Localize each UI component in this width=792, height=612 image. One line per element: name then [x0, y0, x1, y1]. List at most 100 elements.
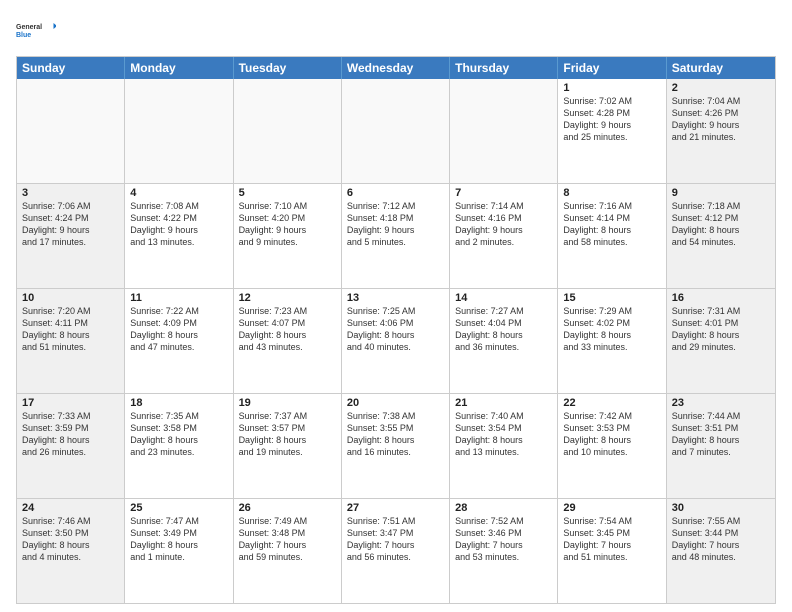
calendar-body: 1Sunrise: 7:02 AM Sunset: 4:28 PM Daylig…	[17, 79, 775, 603]
cell-info: Sunrise: 7:38 AM Sunset: 3:55 PM Dayligh…	[347, 410, 444, 459]
calendar-row-3: 17Sunrise: 7:33 AM Sunset: 3:59 PM Dayli…	[17, 394, 775, 499]
cell-info: Sunrise: 7:02 AM Sunset: 4:28 PM Dayligh…	[563, 95, 660, 144]
cell-info: Sunrise: 7:46 AM Sunset: 3:50 PM Dayligh…	[22, 515, 119, 564]
cell-info: Sunrise: 7:27 AM Sunset: 4:04 PM Dayligh…	[455, 305, 552, 354]
cell-info: Sunrise: 7:10 AM Sunset: 4:20 PM Dayligh…	[239, 200, 336, 249]
day-number: 10	[22, 292, 119, 304]
calendar-cell	[234, 79, 342, 183]
calendar-cell: 2Sunrise: 7:04 AM Sunset: 4:26 PM Daylig…	[667, 79, 775, 183]
cell-info: Sunrise: 7:06 AM Sunset: 4:24 PM Dayligh…	[22, 200, 119, 249]
cell-info: Sunrise: 7:49 AM Sunset: 3:48 PM Dayligh…	[239, 515, 336, 564]
day-number: 25	[130, 502, 227, 514]
day-number: 23	[672, 397, 770, 409]
logo-svg: General Blue	[16, 12, 56, 50]
calendar-cell: 21Sunrise: 7:40 AM Sunset: 3:54 PM Dayli…	[450, 394, 558, 498]
cell-info: Sunrise: 7:22 AM Sunset: 4:09 PM Dayligh…	[130, 305, 227, 354]
day-number: 24	[22, 502, 119, 514]
day-number: 5	[239, 187, 336, 199]
day-number: 13	[347, 292, 444, 304]
calendar-cell: 10Sunrise: 7:20 AM Sunset: 4:11 PM Dayli…	[17, 289, 125, 393]
cell-info: Sunrise: 7:12 AM Sunset: 4:18 PM Dayligh…	[347, 200, 444, 249]
calendar-cell	[125, 79, 233, 183]
cell-info: Sunrise: 7:40 AM Sunset: 3:54 PM Dayligh…	[455, 410, 552, 459]
calendar-cell: 29Sunrise: 7:54 AM Sunset: 3:45 PM Dayli…	[558, 499, 666, 603]
calendar-cell: 22Sunrise: 7:42 AM Sunset: 3:53 PM Dayli…	[558, 394, 666, 498]
calendar: SundayMondayTuesdayWednesdayThursdayFrid…	[16, 56, 776, 604]
calendar-cell: 24Sunrise: 7:46 AM Sunset: 3:50 PM Dayli…	[17, 499, 125, 603]
header-cell-tuesday: Tuesday	[234, 57, 342, 79]
calendar-cell: 5Sunrise: 7:10 AM Sunset: 4:20 PM Daylig…	[234, 184, 342, 288]
cell-info: Sunrise: 7:52 AM Sunset: 3:46 PM Dayligh…	[455, 515, 552, 564]
day-number: 29	[563, 502, 660, 514]
day-number: 8	[563, 187, 660, 199]
cell-info: Sunrise: 7:55 AM Sunset: 3:44 PM Dayligh…	[672, 515, 770, 564]
header-cell-sunday: Sunday	[17, 57, 125, 79]
header-cell-monday: Monday	[125, 57, 233, 79]
cell-info: Sunrise: 7:51 AM Sunset: 3:47 PM Dayligh…	[347, 515, 444, 564]
calendar-cell: 28Sunrise: 7:52 AM Sunset: 3:46 PM Dayli…	[450, 499, 558, 603]
calendar-cell: 11Sunrise: 7:22 AM Sunset: 4:09 PM Dayli…	[125, 289, 233, 393]
calendar-cell: 9Sunrise: 7:18 AM Sunset: 4:12 PM Daylig…	[667, 184, 775, 288]
calendar-cell: 30Sunrise: 7:55 AM Sunset: 3:44 PM Dayli…	[667, 499, 775, 603]
day-number: 30	[672, 502, 770, 514]
cell-info: Sunrise: 7:31 AM Sunset: 4:01 PM Dayligh…	[672, 305, 770, 354]
day-number: 27	[347, 502, 444, 514]
page-header: General Blue	[16, 12, 776, 50]
svg-text:General: General	[16, 24, 42, 31]
cell-info: Sunrise: 7:18 AM Sunset: 4:12 PM Dayligh…	[672, 200, 770, 249]
cell-info: Sunrise: 7:35 AM Sunset: 3:58 PM Dayligh…	[130, 410, 227, 459]
calendar-cell: 15Sunrise: 7:29 AM Sunset: 4:02 PM Dayli…	[558, 289, 666, 393]
day-number: 9	[672, 187, 770, 199]
cell-info: Sunrise: 7:08 AM Sunset: 4:22 PM Dayligh…	[130, 200, 227, 249]
day-number: 3	[22, 187, 119, 199]
calendar-cell: 25Sunrise: 7:47 AM Sunset: 3:49 PM Dayli…	[125, 499, 233, 603]
svg-text:Blue: Blue	[16, 32, 31, 39]
calendar-cell	[17, 79, 125, 183]
calendar-cell: 8Sunrise: 7:16 AM Sunset: 4:14 PM Daylig…	[558, 184, 666, 288]
day-number: 2	[672, 82, 770, 94]
day-number: 4	[130, 187, 227, 199]
calendar-cell: 14Sunrise: 7:27 AM Sunset: 4:04 PM Dayli…	[450, 289, 558, 393]
header-cell-saturday: Saturday	[667, 57, 775, 79]
cell-info: Sunrise: 7:20 AM Sunset: 4:11 PM Dayligh…	[22, 305, 119, 354]
day-number: 17	[22, 397, 119, 409]
day-number: 1	[563, 82, 660, 94]
calendar-cell: 23Sunrise: 7:44 AM Sunset: 3:51 PM Dayli…	[667, 394, 775, 498]
day-number: 28	[455, 502, 552, 514]
cell-info: Sunrise: 7:33 AM Sunset: 3:59 PM Dayligh…	[22, 410, 119, 459]
cell-info: Sunrise: 7:29 AM Sunset: 4:02 PM Dayligh…	[563, 305, 660, 354]
calendar-cell: 4Sunrise: 7:08 AM Sunset: 4:22 PM Daylig…	[125, 184, 233, 288]
day-number: 7	[455, 187, 552, 199]
header-cell-friday: Friday	[558, 57, 666, 79]
cell-info: Sunrise: 7:47 AM Sunset: 3:49 PM Dayligh…	[130, 515, 227, 564]
logo: General Blue	[16, 12, 56, 50]
day-number: 15	[563, 292, 660, 304]
calendar-row-0: 1Sunrise: 7:02 AM Sunset: 4:28 PM Daylig…	[17, 79, 775, 184]
calendar-cell: 20Sunrise: 7:38 AM Sunset: 3:55 PM Dayli…	[342, 394, 450, 498]
calendar-cell: 1Sunrise: 7:02 AM Sunset: 4:28 PM Daylig…	[558, 79, 666, 183]
calendar-cell: 13Sunrise: 7:25 AM Sunset: 4:06 PM Dayli…	[342, 289, 450, 393]
cell-info: Sunrise: 7:42 AM Sunset: 3:53 PM Dayligh…	[563, 410, 660, 459]
cell-info: Sunrise: 7:04 AM Sunset: 4:26 PM Dayligh…	[672, 95, 770, 144]
calendar-row-2: 10Sunrise: 7:20 AM Sunset: 4:11 PM Dayli…	[17, 289, 775, 394]
cell-info: Sunrise: 7:23 AM Sunset: 4:07 PM Dayligh…	[239, 305, 336, 354]
day-number: 21	[455, 397, 552, 409]
day-number: 14	[455, 292, 552, 304]
calendar-cell	[342, 79, 450, 183]
day-number: 16	[672, 292, 770, 304]
header-cell-wednesday: Wednesday	[342, 57, 450, 79]
calendar-header: SundayMondayTuesdayWednesdayThursdayFrid…	[17, 57, 775, 79]
day-number: 20	[347, 397, 444, 409]
day-number: 19	[239, 397, 336, 409]
cell-info: Sunrise: 7:25 AM Sunset: 4:06 PM Dayligh…	[347, 305, 444, 354]
cell-info: Sunrise: 7:16 AM Sunset: 4:14 PM Dayligh…	[563, 200, 660, 249]
calendar-row-4: 24Sunrise: 7:46 AM Sunset: 3:50 PM Dayli…	[17, 499, 775, 603]
day-number: 22	[563, 397, 660, 409]
day-number: 12	[239, 292, 336, 304]
calendar-cell: 26Sunrise: 7:49 AM Sunset: 3:48 PM Dayli…	[234, 499, 342, 603]
cell-info: Sunrise: 7:54 AM Sunset: 3:45 PM Dayligh…	[563, 515, 660, 564]
calendar-cell	[450, 79, 558, 183]
day-number: 6	[347, 187, 444, 199]
calendar-cell: 16Sunrise: 7:31 AM Sunset: 4:01 PM Dayli…	[667, 289, 775, 393]
calendar-cell: 18Sunrise: 7:35 AM Sunset: 3:58 PM Dayli…	[125, 394, 233, 498]
